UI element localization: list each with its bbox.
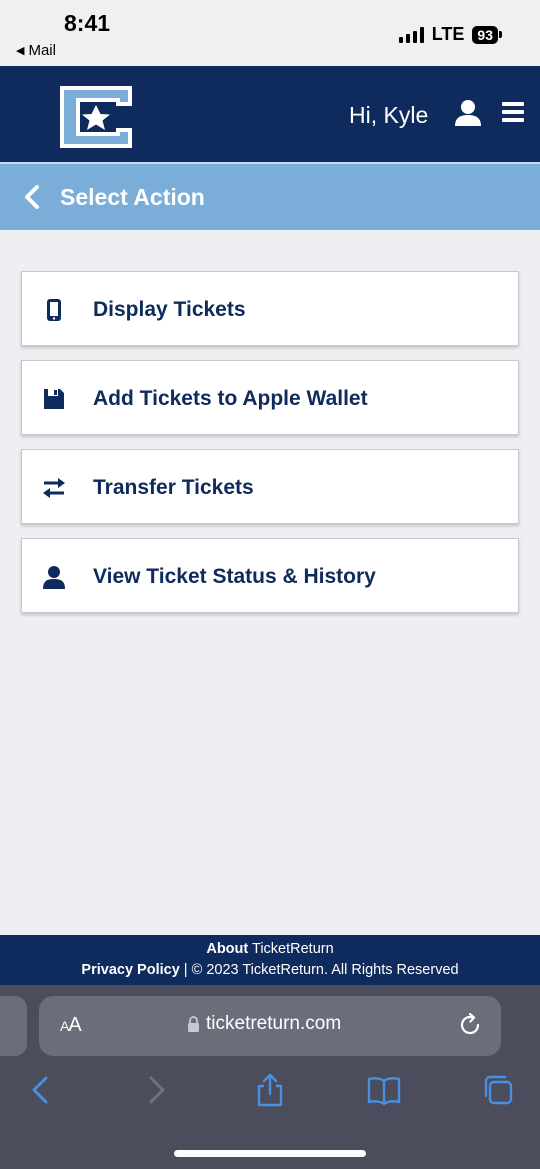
back-chevron-icon[interactable] — [24, 1073, 58, 1107]
action-label: View Ticket Status & History — [93, 565, 376, 588]
about-link[interactable]: About — [206, 941, 248, 957]
status-bar: 8:41 ◀ Mail LTE 93 — [0, 0, 540, 66]
footer-legal-line: Privacy Policy | © 2023 TicketReturn. Al… — [0, 962, 540, 978]
action-label: Display Tickets — [93, 298, 246, 321]
safari-toolbar — [0, 1073, 540, 1109]
share-icon[interactable] — [253, 1073, 287, 1107]
back-triangle-icon: ◀ — [16, 45, 25, 57]
tabs-icon[interactable] — [481, 1073, 515, 1107]
home-indicator — [174, 1150, 366, 1157]
url-text: ticketreturn.com — [206, 1013, 342, 1034]
url-display: ticketreturn.com — [187, 1013, 341, 1035]
page-title: Select Action — [60, 184, 205, 210]
text-size-button[interactable]: AA — [60, 1014, 82, 1037]
hamburger-menu-icon[interactable] — [502, 101, 524, 123]
action-label: Transfer Tickets — [93, 476, 254, 499]
back-app-label: Mail — [28, 42, 56, 59]
forward-chevron-icon[interactable] — [139, 1073, 173, 1107]
address-bar[interactable]: AA ticketreturn.com — [39, 996, 501, 1056]
copyright-icon: © — [191, 962, 203, 978]
reload-icon[interactable] — [457, 1012, 483, 1038]
section-header: Select Action — [0, 162, 540, 230]
previous-tab-preview[interactable] — [0, 996, 27, 1056]
network-label: LTE — [431, 24, 465, 44]
footer-about-line: About TicketReturn — [0, 941, 540, 957]
display-tickets-button[interactable]: Display Tickets — [21, 271, 519, 346]
view-status-history-button[interactable]: View Ticket Status & History — [21, 538, 519, 613]
add-to-apple-wallet-button[interactable]: Add Tickets to Apple Wallet — [21, 360, 519, 435]
action-list: Display Tickets Add Tickets to Apple Wal… — [21, 271, 519, 627]
signal-icon — [398, 26, 424, 43]
privacy-policy-link[interactable]: Privacy Policy — [81, 962, 179, 978]
status-indicators: LTE 93 — [398, 24, 502, 45]
safari-chrome: AA ticketreturn.com — [0, 985, 540, 1169]
footer-divider: | — [183, 962, 192, 978]
status-time: 8:41 — [64, 10, 111, 36]
chevron-left-icon[interactable] — [22, 184, 42, 210]
action-label: Add Tickets to Apple Wallet — [93, 387, 368, 410]
phone-icon — [47, 299, 61, 321]
lock-icon — [188, 1016, 199, 1032]
back-to-mail-link[interactable]: ◀ Mail — [16, 42, 56, 59]
user-icon — [43, 566, 65, 589]
page-footer: About TicketReturn Privacy Policy | © 20… — [0, 935, 540, 985]
battery-icon: 93 — [472, 25, 502, 44]
bookmarks-icon[interactable] — [367, 1073, 401, 1107]
transfer-tickets-button[interactable]: Transfer Tickets — [21, 449, 519, 524]
battery-level: 93 — [472, 25, 498, 44]
about-brand: TicketReturn — [252, 941, 334, 957]
user-greeting: Hi, Kyle — [349, 102, 429, 128]
college-logo-icon[interactable] — [58, 84, 134, 150]
copyright-text: 2023 TicketReturn. All Rights Reserved — [206, 962, 459, 978]
transfer-icon — [43, 478, 65, 498]
app-header: Hi, Kyle — [0, 66, 540, 162]
save-icon — [44, 389, 64, 409]
user-icon[interactable] — [454, 99, 482, 127]
